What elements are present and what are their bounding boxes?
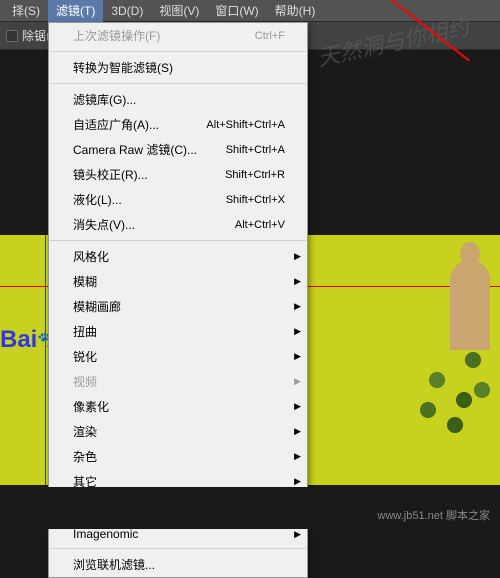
menu-shortcut: Ctrl+F xyxy=(255,30,285,42)
menu-3d[interactable]: 3D(D) xyxy=(103,1,151,21)
chevron-right-icon: ▶ xyxy=(294,276,301,287)
guide-vertical xyxy=(45,235,46,485)
menu-item[interactable]: 模糊画廊 ▶ xyxy=(49,294,307,319)
menu-item-label: 模糊 xyxy=(73,273,97,290)
menu-select[interactable]: 择(S) xyxy=(4,0,48,22)
chevron-right-icon: ▶ xyxy=(294,476,301,487)
menu-view[interactable]: 视图(V) xyxy=(151,0,207,22)
menu-item[interactable]: 镜头校正(R)... Shift+Ctrl+R xyxy=(49,162,307,187)
chevron-right-icon: ▶ xyxy=(294,251,301,262)
menu-item[interactable]: 模糊 ▶ xyxy=(49,269,307,294)
menu-item[interactable]: 消失点(V)... Alt+Ctrl+V xyxy=(49,212,307,237)
menu-separator xyxy=(50,83,306,84)
menu-item[interactable]: 转换为智能滤镜(S) xyxy=(49,55,307,80)
menu-shortcut: Shift+Ctrl+R xyxy=(225,169,285,181)
menu-shortcut: Alt+Shift+Ctrl+A xyxy=(206,119,285,131)
baidu-bai: Bai xyxy=(0,326,37,353)
menu-help[interactable]: 帮助(H) xyxy=(267,0,324,22)
chevron-right-icon: ▶ xyxy=(294,451,301,462)
menu-item[interactable]: 风格化 ▶ xyxy=(49,244,307,269)
antialias-checkbox[interactable] xyxy=(6,30,18,42)
menu-item[interactable]: 浏览联机滤镜... xyxy=(49,552,307,577)
menu-item[interactable]: 锐化 ▶ xyxy=(49,344,307,369)
menu-item-label: 自适应广角(A)... xyxy=(73,116,159,133)
menu-item-label: Camera Raw 滤镜(C)... xyxy=(73,141,197,158)
menu-separator xyxy=(50,240,306,241)
illustration-woman xyxy=(430,260,500,440)
menu-separator xyxy=(50,51,306,52)
menu-item-label: 上次滤镜操作(F) xyxy=(73,27,160,44)
menu-item[interactable]: 杂色 ▶ xyxy=(49,444,307,469)
menu-item[interactable]: 自适应广角(A)... Alt+Shift+Ctrl+A xyxy=(49,112,307,137)
chevron-right-icon: ▶ xyxy=(294,351,301,362)
menu-item-label: 视频 xyxy=(73,373,97,390)
menu-item[interactable]: Camera Raw 滤镜(C)... Shift+Ctrl+A xyxy=(49,137,307,162)
chevron-right-icon: ▶ xyxy=(294,401,301,412)
menu-separator xyxy=(50,548,306,549)
menu-window[interactable]: 窗口(W) xyxy=(207,0,266,22)
chevron-right-icon: ▶ xyxy=(294,301,301,312)
chevron-right-icon: ▶ xyxy=(294,529,301,540)
menu-item[interactable]: 液化(L)... Shift+Ctrl+X xyxy=(49,187,307,212)
menu-item-label: 消失点(V)... xyxy=(73,216,135,233)
menu-item: 视频 ▶ xyxy=(49,369,307,394)
menu-item-label: 滤镜库(G)... xyxy=(73,91,136,108)
menu-shortcut: Shift+Ctrl+X xyxy=(226,194,285,206)
menu-item: 上次滤镜操作(F) Ctrl+F xyxy=(49,23,307,48)
menu-item-label: 扭曲 xyxy=(73,323,97,340)
menu-item-label: 杂色 xyxy=(73,448,97,465)
menu-item-label: 锐化 xyxy=(73,348,97,365)
menu-shortcut: Alt+Ctrl+V xyxy=(235,219,285,231)
chevron-right-icon: ▶ xyxy=(294,376,301,387)
menu-item[interactable]: 扭曲 ▶ xyxy=(49,319,307,344)
menu-item-label: 浏览联机滤镜... xyxy=(73,556,155,573)
watermark-footer: www.jb51.net 脚本之家 xyxy=(378,507,490,523)
menu-item[interactable]: 渲染 ▶ xyxy=(49,419,307,444)
menu-item-label: 模糊画廊 xyxy=(73,298,121,315)
chevron-right-icon: ▶ xyxy=(294,326,301,337)
chevron-right-icon: ▶ xyxy=(294,426,301,437)
menu-item-label: 镜头校正(R)... xyxy=(73,166,148,183)
menu-item-label: 转换为智能滤镜(S) xyxy=(73,59,173,76)
menu-item[interactable]: 像素化 ▶ xyxy=(49,394,307,419)
menu-filter[interactable]: 滤镜(T) xyxy=(48,0,103,22)
menu-item-label: Imagenomic xyxy=(73,527,138,541)
menu-item-label: 渲染 xyxy=(73,423,97,440)
menu-shortcut: Shift+Ctrl+A xyxy=(226,144,285,156)
menu-item[interactable]: 滤镜库(G)... xyxy=(49,87,307,112)
menu-item-label: 风格化 xyxy=(73,248,109,265)
menu-item-label: 液化(L)... xyxy=(73,191,122,208)
menu-item-label: 像素化 xyxy=(73,398,109,415)
